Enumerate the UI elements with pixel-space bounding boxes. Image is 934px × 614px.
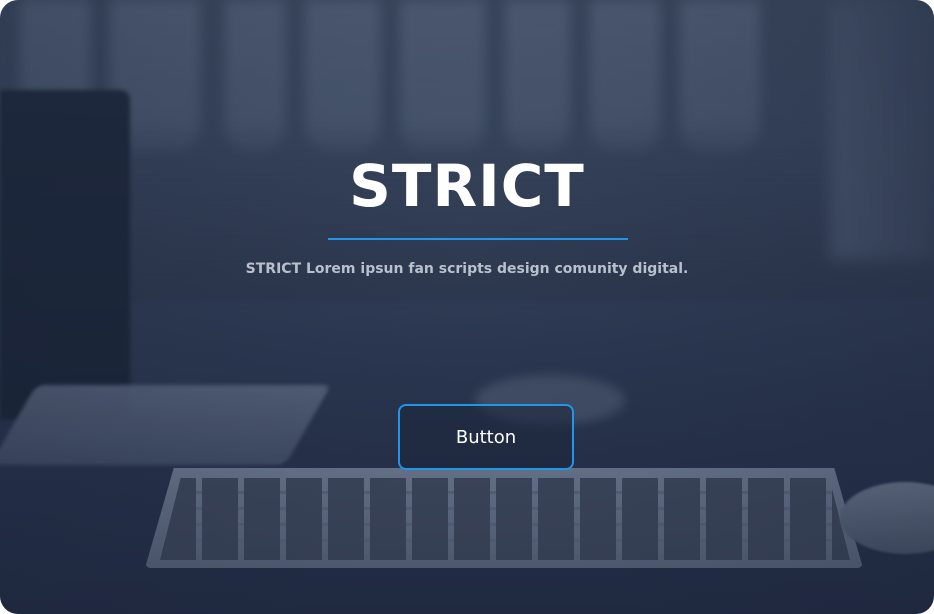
background-photo — [0, 0, 934, 614]
cta-button[interactable]: Button — [398, 404, 574, 470]
hero-subtitle: STRICT Lorem ipsun fan scripts design co… — [245, 261, 689, 277]
title-divider — [328, 238, 628, 240]
hero-section: STRICT STRICT Lorem ipsun fan scripts de… — [0, 0, 934, 614]
photo-overlay — [0, 0, 934, 614]
cta-button-label: Button — [455, 426, 517, 448]
hero-title: STRICT — [349, 152, 585, 220]
